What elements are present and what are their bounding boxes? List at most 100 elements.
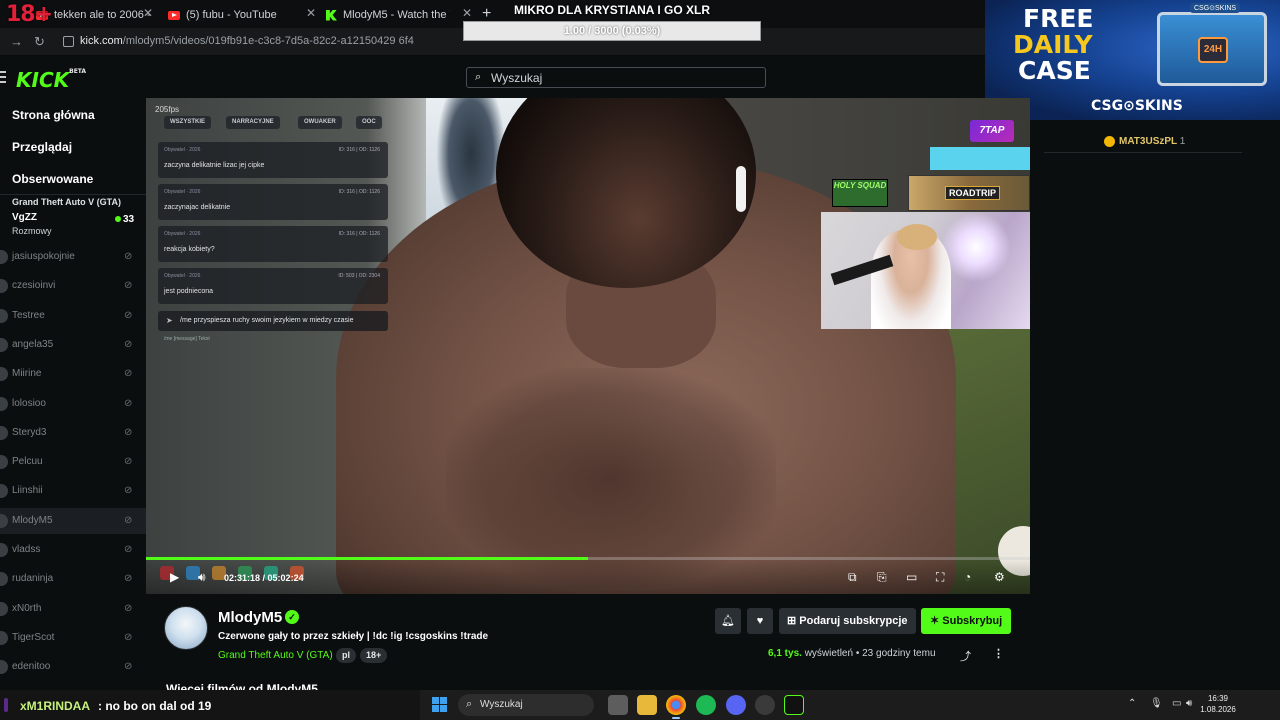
sidebar-channel-item[interactable]: rudaninja ⊘ (0, 566, 146, 592)
volume-icon[interactable]: 🔊︎ (198, 570, 206, 585)
offline-icon: ⊘ (124, 456, 133, 468)
sidebar-channel-name: edenitoo (12, 661, 51, 673)
search-input[interactable] (491, 70, 751, 85)
share-icon[interactable]: ⤴ (960, 648, 971, 664)
sidebar-item-home[interactable]: Strona główna (12, 108, 95, 122)
live-channel-name[interactable]: VgZZ (12, 212, 37, 223)
fullscreen-icon[interactable]: ⛶ (936, 570, 944, 585)
subscribe-button[interactable]: ✶ Subskrybuj (921, 608, 1012, 634)
channel-avatar (0, 337, 8, 352)
tab-kick-vod[interactable]: MlodyM5 - Watch the VOD on (318, 4, 458, 26)
channel-name[interactable]: MlodyM5 (218, 609, 282, 626)
volume-icon[interactable]: 🔊︎ (1186, 698, 1192, 709)
taskbar-search[interactable]: ⌕ Wyszukaj (458, 694, 594, 716)
tag-pill[interactable]: 18+ (360, 648, 388, 663)
discord-icon[interactable] (726, 695, 746, 715)
sidebar-channel-item[interactable]: czesioinvi ⊘ (0, 273, 146, 299)
scene-tattoo (446, 368, 776, 588)
roadtrip-banner: ROADTRIP (908, 175, 1030, 211)
gift-subscription-button[interactable]: ⊞ Podaruj subskrypcje (779, 608, 916, 634)
site-info-icon[interactable] (63, 36, 74, 47)
sidebar-channel-name: Miirine (12, 368, 42, 380)
case-box-label: CSG⊙SKINS (1190, 3, 1241, 13)
theater-mode-icon[interactable]: ▭ (906, 570, 917, 584)
microphone-icon[interactable]: 🎙︎ (1150, 698, 1163, 709)
follow-heart-button[interactable]: ♥ (747, 608, 773, 634)
video-category-link[interactable]: Grand Theft Auto V (GTA) (218, 650, 333, 661)
notification-bell-button[interactable]: 🔔︎ (715, 608, 741, 634)
clock-date: 1.08.2026 (1200, 705, 1236, 714)
kick-logo[interactable]: KICKBETA (16, 68, 86, 92)
live-channel-subcategory: Rozmowy (12, 226, 52, 236)
sidebar-channel-item[interactable]: vladss ⊘ (0, 537, 146, 563)
channel-avatar (0, 513, 8, 528)
reload-icon[interactable]: ↻ (34, 34, 45, 50)
sidebar-channel-item[interactable]: edenitoo ⊘ (0, 654, 146, 680)
goal-progress-bar: 1.00 / 3000 (0.03%) (463, 21, 761, 41)
timecode: 02:31:18 / 05:02:24 (224, 573, 304, 583)
tab-close-icon[interactable]: ✕ (143, 6, 153, 20)
speed-icon[interactable]: ◔ (964, 570, 971, 584)
sidebar-channel-item[interactable]: Steryd3 ⊘ (0, 420, 146, 446)
stream-overlay-badges: HOLY SQUAD ROADTRIP (832, 173, 1030, 213)
forward-icon[interactable]: → (10, 34, 23, 49)
offline-icon: ⊘ (124, 426, 133, 438)
more-options-icon[interactable]: ⋮ (993, 647, 1004, 660)
windows-start-icon[interactable] (432, 697, 447, 712)
settings-gear-icon[interactable]: ⚙ (994, 570, 1005, 584)
tab-label: tekken ale to 2006 - YouTub (54, 9, 150, 21)
play-icon[interactable]: ▶ (170, 570, 179, 584)
sidebar-channel-item[interactable]: lolosioo ⊘ (0, 391, 146, 417)
goal-progress-text: 1.00 / 3000 (0.03%) (563, 25, 661, 37)
channel-avatar (0, 630, 8, 645)
top-gifter-name: MAT3USzPL (1119, 136, 1177, 147)
video-player[interactable]: 205fps WSZYSTKIE NARRACYJNE OWUAKER OOC … (146, 98, 1030, 594)
chrome-icon[interactable] (666, 695, 686, 715)
message-meta: Obywatel · 2026 (164, 147, 201, 153)
sidebar-item-following[interactable]: Obserwowane (12, 172, 93, 186)
sidebar-channel-item[interactable]: Testree ⊘ (0, 303, 146, 329)
sidebar-channel-name: lolosioo (12, 397, 46, 409)
channel-avatar[interactable] (164, 606, 208, 650)
task-view-icon[interactable] (608, 695, 628, 715)
channel-avatar (0, 367, 8, 382)
network-icon[interactable]: ▭ (1172, 698, 1181, 709)
sidebar-channel-item[interactable]: MlodyM5 ⊘ (0, 507, 146, 534)
player-controls: ▶ 🔊︎ 02:31:18 / 05:02:24 ⧉ ⎘ ▭ ⛶ ◔ ⚙ (146, 560, 1030, 594)
gift-icon: ⊞ (787, 615, 800, 627)
channel-avatar (0, 250, 8, 264)
channel-avatar (0, 308, 8, 323)
menu-icon[interactable] (0, 71, 6, 83)
spotify-icon[interactable] (696, 695, 716, 715)
time-current: 02:31:18 (224, 573, 261, 583)
clip-icon[interactable]: ⎘ (877, 570, 887, 585)
url-field[interactable]: kick.com/mlodym5/videos/019fb91e-c3c8-7d… (80, 35, 414, 47)
offline-icon: ⊘ (124, 631, 133, 643)
sidebar-channel-item[interactable]: Miirine ⊘ (0, 361, 146, 387)
taskbar-clock[interactable]: 16:39 1.08.2026 (1198, 693, 1238, 715)
search-icon: ⌕ (475, 71, 482, 83)
sidebar-channel-item[interactable]: jasiuspokojnie ⊘ (0, 244, 146, 270)
sidebar-channel-item[interactable]: Pelcuu ⊘ (0, 449, 146, 475)
game-chat-overlay: WSZYSTKIE NARRACYJNE OWUAKER OOC Obywate… (154, 104, 390, 349)
message-ids: ID: 316 | OD: 1126 (338, 189, 380, 195)
tag-pill[interactable]: pl (336, 648, 356, 663)
game-chat-hint: /me [message] Tekst (164, 336, 210, 342)
sidebar-channel-item[interactable]: xN0rth ⊘ (0, 596, 146, 622)
tray-expand-icon[interactable]: ⌃ (1128, 698, 1136, 709)
sidebar-channel-item[interactable]: Liinshii ⊘ (0, 478, 146, 504)
sidebar-channel-item[interactable]: angela35 ⊘ (0, 332, 146, 358)
tab-close-icon[interactable]: ✕ (306, 6, 316, 20)
sidebar-item-browse[interactable]: Przeglądaj (12, 140, 72, 154)
file-explorer-icon[interactable] (637, 695, 657, 715)
top-gifter[interactable]: MAT3USzPL 1 (1119, 136, 1185, 147)
channel-avatar (0, 660, 8, 675)
screen: tekken ale to 2006 - YouTub ✕ (5) fubu -… (0, 0, 1280, 720)
sidebar-channel-item[interactable]: TigerScot ⊘ (0, 625, 146, 651)
miniplayer-icon[interactable]: ⧉ (848, 570, 857, 585)
game-chat-tab: OOC (356, 116, 382, 129)
terminal-icon[interactable] (784, 695, 804, 715)
channel-avatar (0, 279, 8, 294)
app-icon[interactable] (755, 695, 775, 715)
tab-youtube-fubu[interactable]: (5) fubu - YouTube (160, 4, 320, 26)
